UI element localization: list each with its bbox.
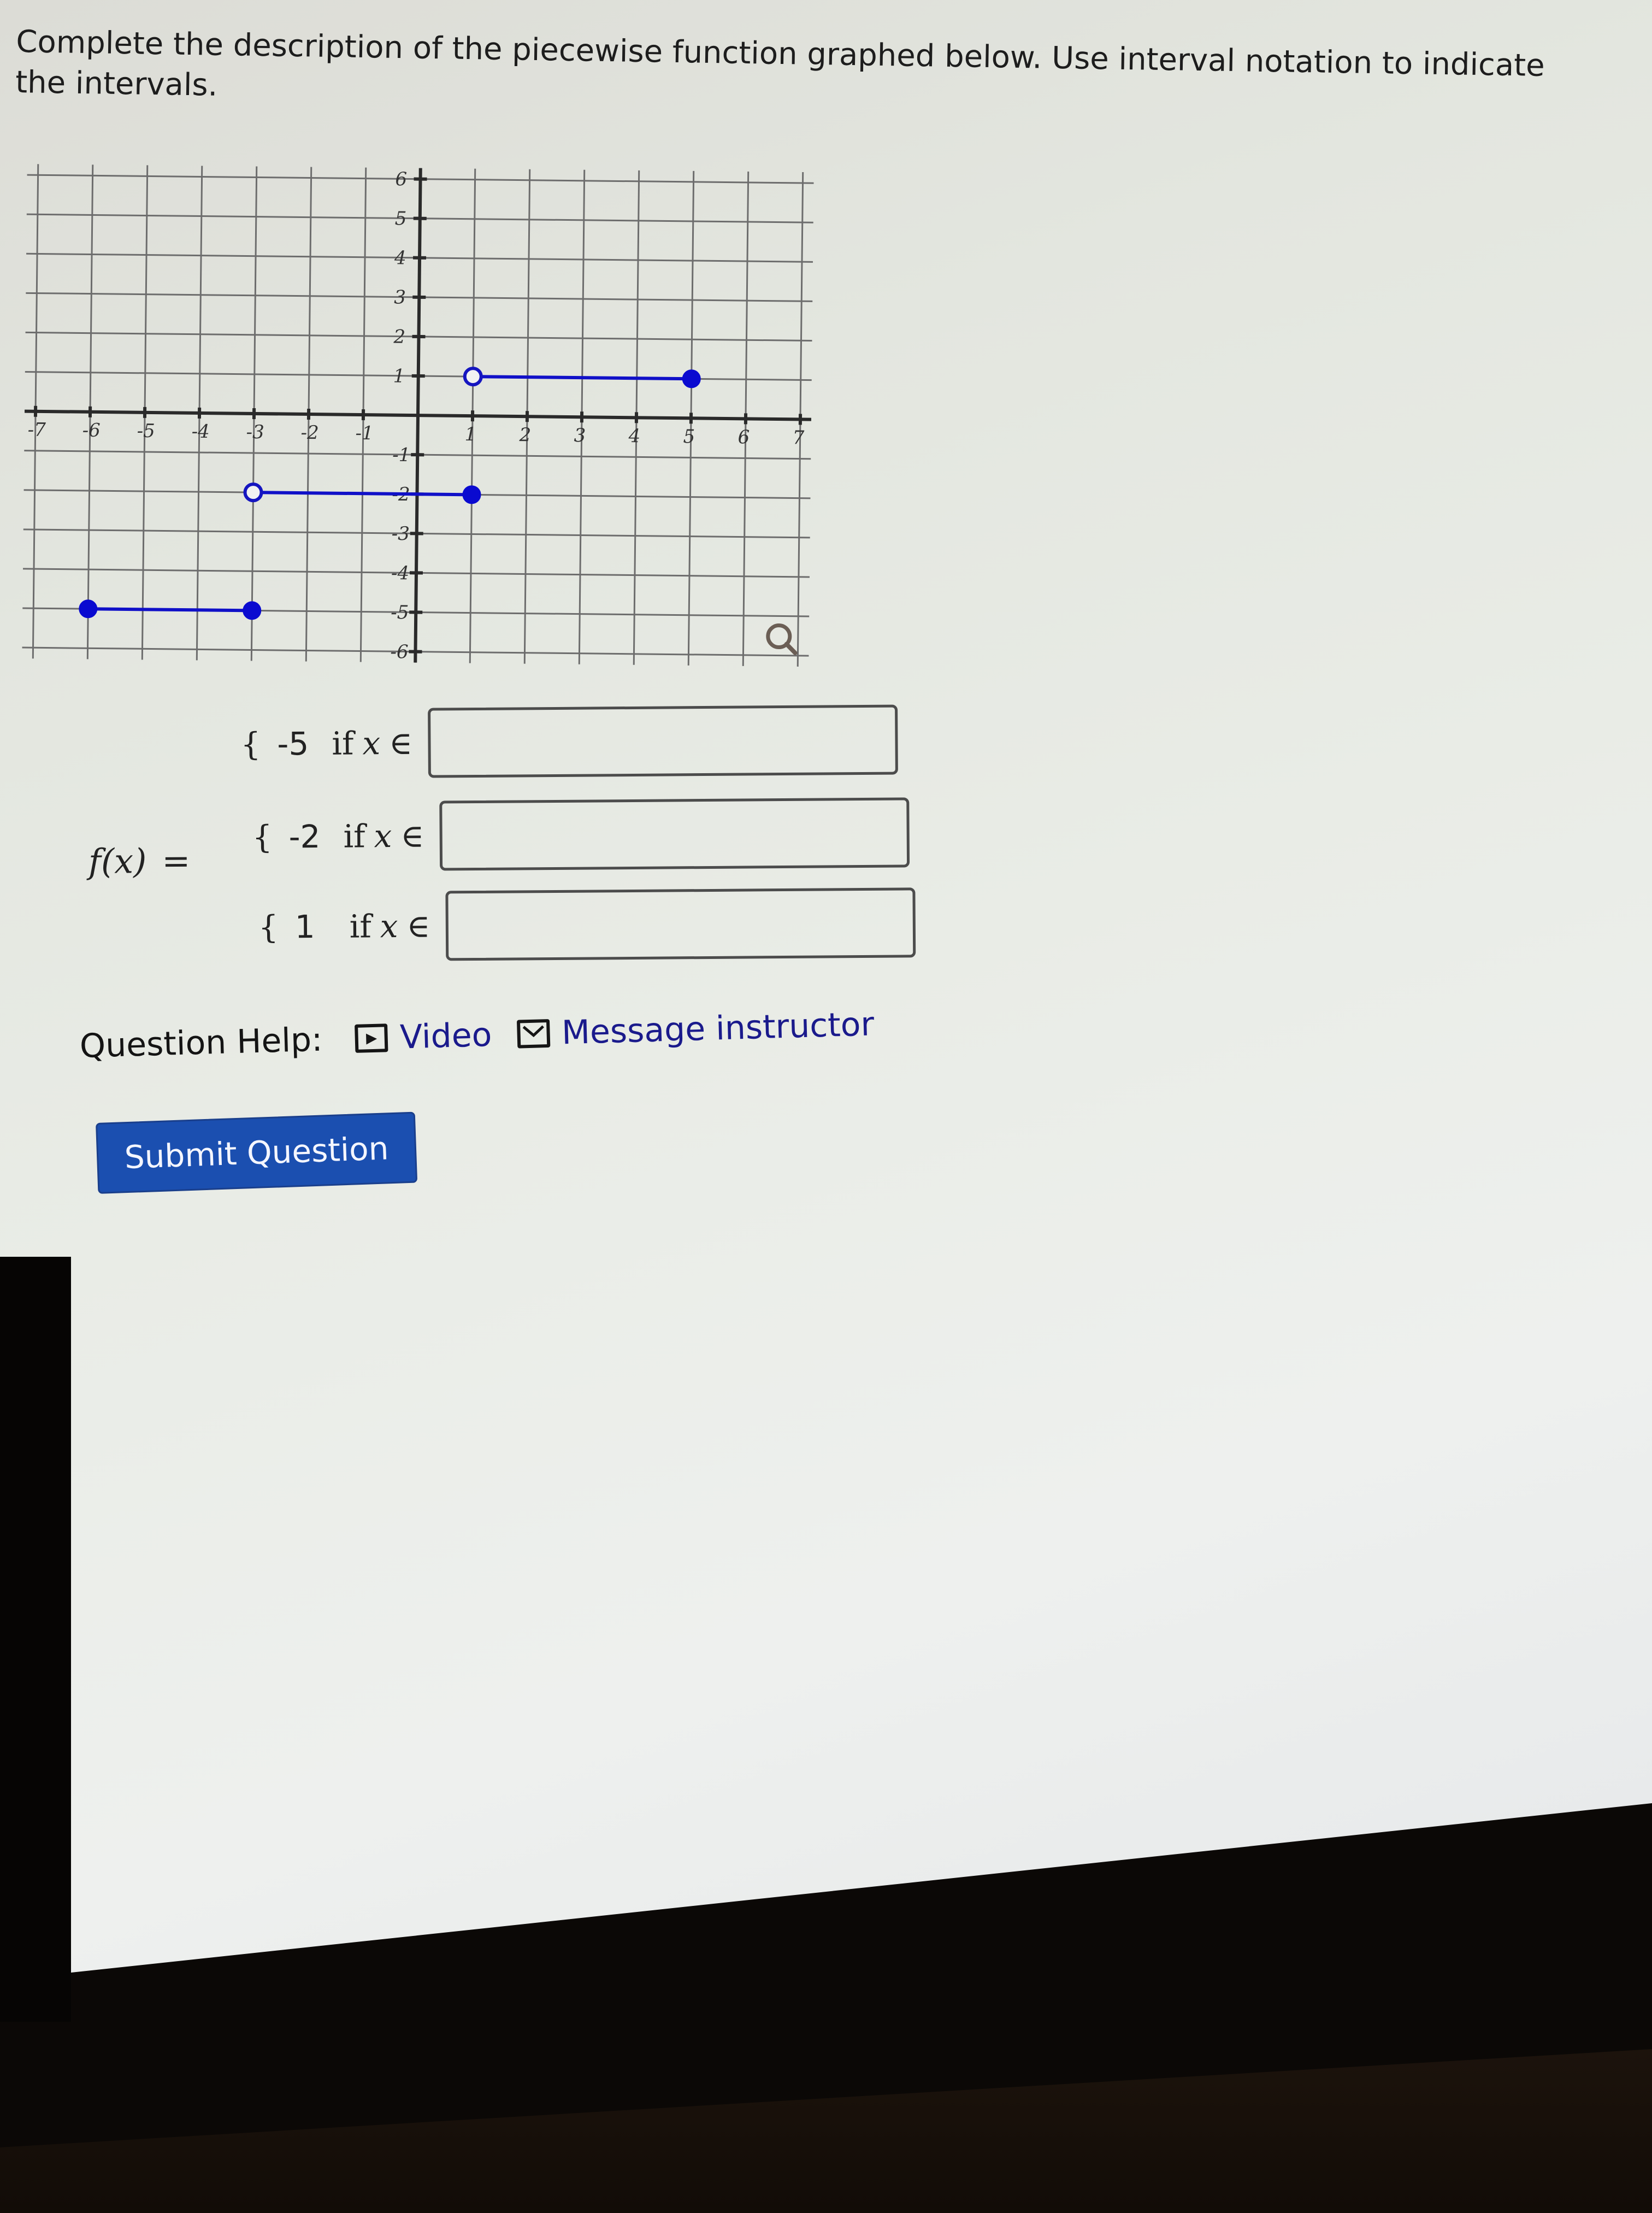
closed-endpoint bbox=[80, 601, 96, 617]
magnifier-icon[interactable] bbox=[768, 625, 796, 653]
piece-value: 1 bbox=[295, 908, 328, 945]
brace: { bbox=[252, 819, 272, 856]
y-tick-label: -6 bbox=[390, 641, 409, 663]
y-tick-label: 2 bbox=[393, 326, 405, 348]
piece-row: { 1 ifx∈ bbox=[258, 887, 915, 962]
x-tick-label: -2 bbox=[300, 422, 319, 444]
x-tick-label: -3 bbox=[246, 421, 264, 443]
piecewise-graph: -7 -6 -5 -4 -3 -2 -1 1 2 3 4 5 6 7 6 5 4… bbox=[16, 153, 819, 675]
x-tick-label: -4 bbox=[191, 421, 210, 443]
function-label: f(x) = bbox=[88, 841, 191, 881]
closed-endpoint bbox=[463, 486, 480, 503]
x-tick-label: -1 bbox=[355, 422, 374, 444]
closed-endpoint bbox=[683, 370, 700, 387]
piece-value: -2 bbox=[288, 818, 321, 855]
submit-question-button[interactable]: Submit Question bbox=[96, 1112, 417, 1194]
interval-input-3[interactable] bbox=[445, 887, 916, 961]
interval-input-1[interactable] bbox=[428, 705, 898, 778]
y-tick-label: -1 bbox=[392, 444, 411, 466]
y-tick-label: -4 bbox=[391, 562, 410, 584]
if-text: if bbox=[332, 725, 354, 762]
piece-condition: ifx∈ bbox=[332, 725, 412, 762]
video-link[interactable]: ▶ Video bbox=[355, 1016, 492, 1058]
x-tick-label: 4 bbox=[628, 425, 640, 447]
variable: x bbox=[380, 908, 398, 945]
piece-row: { -2 ifx∈ bbox=[252, 797, 909, 872]
segment-piece-1 bbox=[88, 609, 252, 610]
open-endpoint bbox=[465, 368, 481, 385]
question-help-label: Question Help: bbox=[79, 1021, 323, 1066]
graph: -7 -6 -5 -4 -3 -2 -1 1 2 3 4 5 6 7 6 5 4… bbox=[16, 153, 819, 675]
variable: x bbox=[362, 725, 380, 762]
y-tick-label: 1 bbox=[393, 366, 405, 387]
piece-condition: ifx∈ bbox=[350, 908, 430, 945]
element-of-symbol: ∈ bbox=[389, 725, 412, 762]
open-endpoint bbox=[245, 484, 261, 501]
element-of-symbol: ∈ bbox=[406, 908, 430, 945]
desk-surface bbox=[0, 2049, 1652, 2213]
if-text: if bbox=[343, 817, 365, 855]
interval-input-2[interactable] bbox=[439, 797, 910, 870]
axes bbox=[22, 164, 813, 667]
x-tick-label: 7 bbox=[792, 427, 804, 449]
play-box-icon: ▶ bbox=[355, 1023, 388, 1053]
function-name: f(x) bbox=[88, 841, 147, 881]
equals-sign: = bbox=[162, 841, 190, 881]
piecewise-definition: f(x)= { -5 ifx∈ { -2 ifx∈ { 1 ifx∈ bbox=[82, 698, 986, 989]
x-tick-label: -7 bbox=[27, 419, 46, 441]
y-tick-label: -5 bbox=[391, 602, 409, 623]
segment-piece-3 bbox=[473, 376, 692, 379]
function-segments bbox=[80, 364, 700, 623]
x-tick-label: 3 bbox=[574, 425, 586, 446]
closed-endpoint bbox=[244, 602, 260, 619]
monitor-bezel bbox=[0, 1257, 71, 2022]
y-tick-label: 6 bbox=[395, 168, 407, 190]
variable: x bbox=[374, 817, 392, 855]
x-tick-label: 5 bbox=[683, 426, 695, 448]
envelope-icon bbox=[516, 1019, 550, 1049]
piece-value: -5 bbox=[277, 725, 310, 762]
x-tick-label: -6 bbox=[82, 420, 101, 442]
segment-piece-2 bbox=[253, 492, 472, 495]
piece-condition: ifx∈ bbox=[343, 817, 424, 855]
element-of-symbol: ∈ bbox=[400, 817, 424, 855]
piece-row: { -5 ifx∈ bbox=[240, 705, 898, 779]
x-tick-label: 2 bbox=[518, 424, 531, 446]
y-tick-label: 4 bbox=[394, 247, 406, 269]
x-tick-label: 1 bbox=[464, 423, 476, 445]
x-tick-label: 6 bbox=[738, 426, 750, 448]
brace: { bbox=[258, 908, 279, 945]
if-text: if bbox=[350, 908, 372, 945]
y-tick-label: -3 bbox=[392, 523, 410, 545]
video-link-label: Video bbox=[399, 1016, 492, 1057]
y-tick-label: 5 bbox=[395, 208, 407, 229]
brace: { bbox=[240, 726, 261, 763]
y-tick-label: 3 bbox=[394, 286, 406, 308]
x-tick-label: -5 bbox=[137, 420, 155, 442]
